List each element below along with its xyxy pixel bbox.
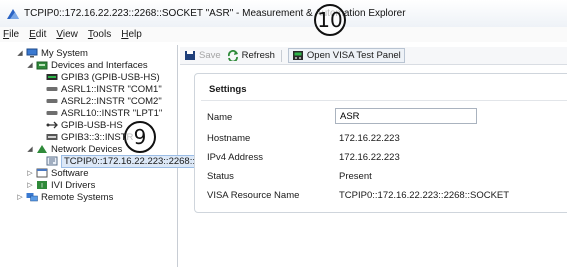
settings-divider	[201, 100, 567, 101]
tree-item-gpib-usb-hs[interactable]: GPIB-USB-HS	[36, 119, 123, 131]
hostname-label: Hostname	[207, 133, 251, 144]
tree-item-label: Network Devices	[51, 143, 123, 155]
name-label: Name	[207, 112, 233, 123]
settings-title: Settings	[209, 84, 247, 95]
network-icon	[37, 145, 47, 153]
ipv4-label: IPv4 Address	[207, 152, 263, 163]
tree-item-label: ASRL2::INSTR "COM2"	[61, 95, 162, 107]
open-visa-test-panel-button[interactable]: Open VISA Test Panel	[287, 48, 405, 63]
open-visa-label: Open VISA Test Panel	[306, 50, 401, 61]
visa-panel-icon	[292, 51, 303, 60]
toolbar: Save Refresh Open VISA Test Panel	[180, 47, 567, 65]
tree-item-label: Remote Systems	[41, 191, 114, 203]
tree-item-asrl2[interactable]: ASRL2::INSTR "COM2"	[36, 95, 162, 107]
tree-item-my-system[interactable]: ◢ My System	[16, 47, 88, 59]
tree-item-network-devices[interactable]: ◢ Network Devices	[26, 143, 122, 155]
devices-icon	[36, 61, 48, 70]
tree-item-gpib3-3-instr[interactable]: GPIB3::3::INSTR	[36, 131, 133, 143]
max-app-icon	[7, 8, 19, 19]
title-bar: TCPIP0::172.16.22.223::2268::SOCKET "ASR…	[0, 0, 567, 27]
tree-item-devices-and-interfaces[interactable]: ◢ Devices and Interfaces	[26, 59, 148, 71]
remote-systems-icon	[26, 193, 38, 202]
collapse-arrow-icon[interactable]: ◢	[16, 49, 24, 57]
tree-item-label: GPIB3::3::INSTR	[61, 131, 134, 143]
visa-resource-label: VISA Resource Name	[207, 190, 300, 201]
save-label: Save	[199, 50, 221, 61]
tree-item-ivi-drivers[interactable]: ▷ I IVI Drivers	[26, 179, 95, 191]
refresh-button[interactable]: Refresh	[227, 50, 275, 61]
settings-panel: Settings Name Hostname 172.16.22.223 IPv…	[194, 73, 567, 213]
menu-view[interactable]: View	[56, 29, 78, 40]
save-button[interactable]: Save	[184, 50, 221, 61]
menu-edit[interactable]: Edit	[29, 29, 46, 40]
tree-item-label: ASRL1::INSTR "COM1"	[61, 83, 162, 95]
tree-item-label: GPIB-USB-HS	[61, 119, 123, 131]
status-value: Present	[339, 171, 372, 182]
hostname-value: 172.16.22.223	[339, 133, 400, 144]
gpib-icon	[46, 74, 58, 80]
network-instrument-icon	[46, 156, 58, 166]
serial-port-icon	[46, 99, 58, 103]
configuration-tree: ◢ My System ◢ Devices and Interfaces GPI…	[8, 45, 238, 267]
serial-port-icon	[46, 111, 58, 115]
tree-item-label: ASRL10::INSTR "LPT1"	[61, 107, 163, 119]
computer-icon	[26, 48, 38, 58]
usb-icon	[46, 121, 58, 129]
toolbar-divider	[280, 49, 282, 62]
tree-item-asrl10[interactable]: ASRL10::INSTR "LPT1"	[36, 107, 162, 119]
callout-9: 9	[124, 121, 156, 153]
expand-arrow-icon[interactable]: ▷	[26, 181, 34, 189]
tree-item-label: Devices and Interfaces	[51, 59, 148, 71]
software-icon	[36, 168, 48, 178]
expand-arrow-icon[interactable]: ▷	[16, 193, 24, 201]
menu-bar: File Edit View Tools Help	[0, 27, 567, 42]
refresh-label: Refresh	[241, 50, 275, 61]
save-icon	[185, 51, 195, 60]
menu-tools[interactable]: Tools	[88, 29, 111, 40]
tree-item-remote-systems[interactable]: ▷ Remote Systems	[16, 191, 113, 203]
ipv4-value: 172.16.22.223	[339, 152, 400, 163]
serial-port-icon	[46, 87, 58, 91]
status-label: Status	[207, 171, 234, 182]
tree-item-gpib3[interactable]: GPIB3 (GPIB-USB-HS)	[36, 71, 160, 83]
collapse-arrow-icon[interactable]: ◢	[26, 61, 34, 69]
menu-help[interactable]: Help	[121, 29, 142, 40]
expand-arrow-icon[interactable]: ▷	[26, 169, 34, 177]
svg-text:I: I	[41, 183, 43, 190]
tree-item-label: GPIB3 (GPIB-USB-HS)	[61, 71, 160, 83]
menu-file[interactable]: File	[3, 29, 19, 40]
gpib-icon	[46, 134, 58, 140]
tree-item-software[interactable]: ▷ Software	[26, 167, 89, 179]
tree-item-asrl1[interactable]: ASRL1::INSTR "COM1"	[36, 83, 162, 95]
tree-item-label: IVI Drivers	[51, 179, 96, 191]
callout-10: 10	[314, 4, 346, 36]
ivi-icon: I	[37, 181, 47, 190]
collapse-arrow-icon[interactable]: ◢	[26, 145, 34, 153]
tree-item-label: Software	[51, 167, 89, 179]
window-title: TCPIP0::172.16.22.223::2268::SOCKET "ASR…	[24, 8, 406, 19]
tree-item-label: My System	[41, 47, 88, 59]
refresh-icon	[227, 50, 238, 61]
visa-resource-value: TCPIP0::172.16.22.223::2268::SOCKET	[339, 190, 510, 201]
name-field[interactable]	[335, 108, 477, 124]
